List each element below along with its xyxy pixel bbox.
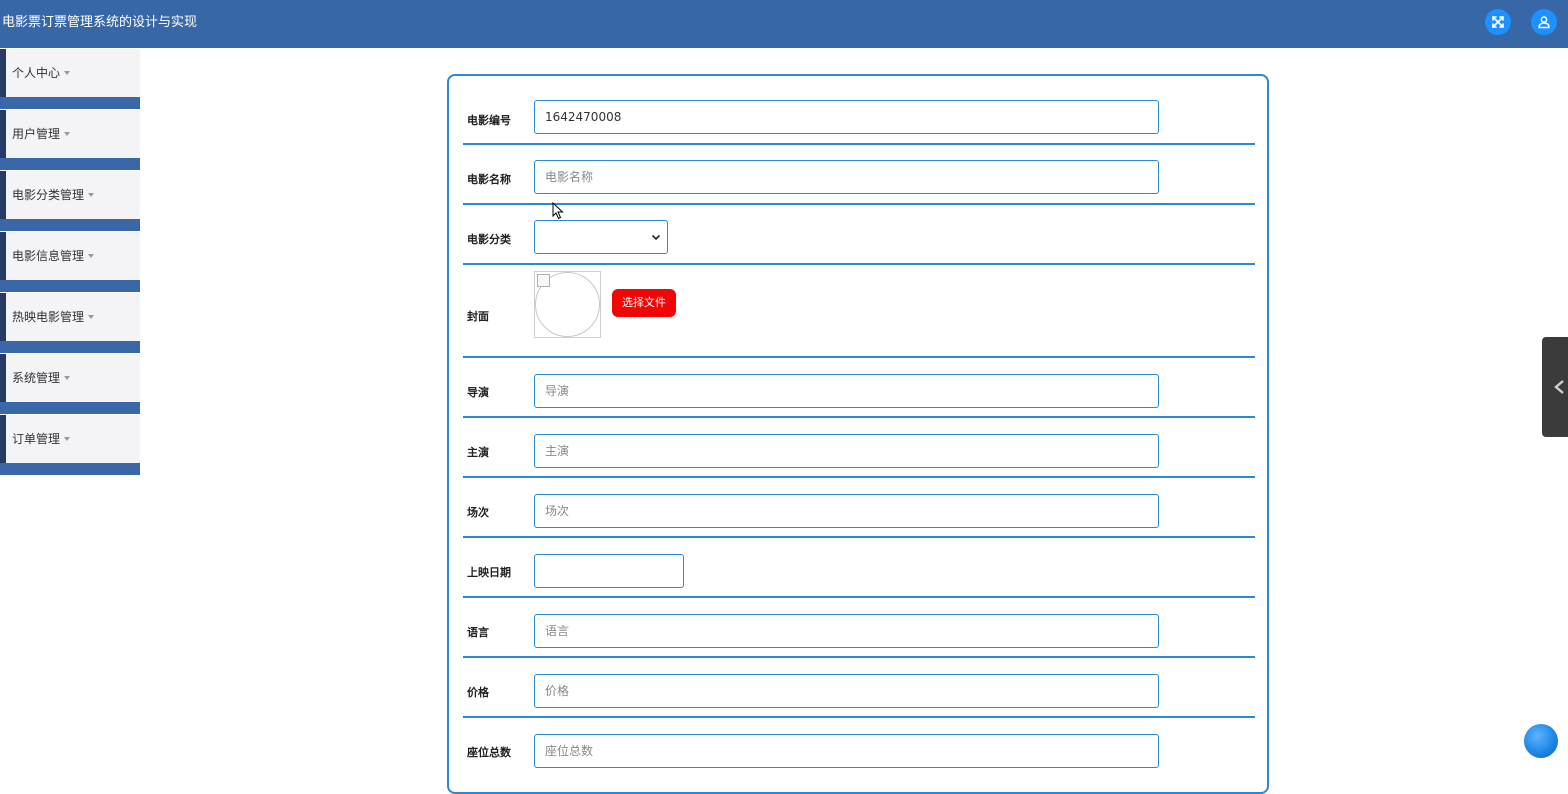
chevron-left-icon — [1554, 380, 1564, 394]
sidebar-item-label: 电影分类管理 — [12, 187, 95, 203]
sidebar-item-personal-center[interactable]: 个人中心 — [0, 49, 140, 97]
chevron-down-icon — [651, 234, 661, 241]
row-release-date: 上映日期 — [463, 538, 1255, 598]
sidebar-divider — [0, 402, 140, 414]
seats-label: 座位总数 — [467, 746, 511, 759]
user-icon[interactable] — [1531, 9, 1557, 35]
movie-no-input[interactable] — [534, 100, 1159, 134]
chat-assistant-icon[interactable] — [1524, 724, 1558, 758]
session-label: 场次 — [467, 506, 489, 519]
caret-down-icon — [64, 132, 71, 136]
sidebar-item-label: 订单管理 — [12, 431, 71, 447]
row-language: 语言 — [463, 598, 1255, 658]
sidebar-item-system-management[interactable]: 系统管理 — [0, 354, 140, 402]
director-input[interactable] — [534, 374, 1159, 408]
app-title: 电影票订票管理系统的设计与实现 — [2, 15, 198, 30]
sidebar-divider — [0, 463, 140, 475]
row-movie-name: 电影名称 — [463, 145, 1255, 205]
sidebar-item-order-management[interactable]: 订单管理 — [0, 415, 140, 463]
director-label: 导演 — [467, 386, 489, 399]
caret-down-icon — [64, 376, 71, 380]
top-bar: 电影票订票管理系统的设计与实现 — [0, 0, 1568, 48]
price-input[interactable] — [534, 674, 1159, 708]
row-seats: 座位总数 — [463, 718, 1255, 788]
release-date-input[interactable] — [534, 554, 684, 588]
movie-name-label: 电影名称 — [467, 173, 511, 186]
sidebar-item-movie-category-management[interactable]: 电影分类管理 — [0, 171, 140, 219]
caret-down-icon — [88, 315, 95, 319]
sidebar-divider — [0, 219, 140, 231]
cover-preview-image — [534, 271, 601, 338]
price-label: 价格 — [467, 686, 489, 699]
fullscreen-icon[interactable] — [1485, 9, 1511, 35]
broken-image-icon — [537, 274, 550, 287]
caret-down-icon — [88, 254, 95, 258]
row-cast: 主演 — [463, 418, 1255, 478]
sidebar-divider — [0, 158, 140, 170]
movie-category-label: 电影分类 — [467, 233, 511, 246]
row-session: 场次 — [463, 478, 1255, 538]
row-director: 导演 — [463, 358, 1255, 418]
seats-input[interactable] — [534, 734, 1159, 768]
sidebar: 个人中心 用户管理 电影分类管理 电影信息管理 热映电影管理 系统管理 订单管理 — [0, 48, 140, 475]
cast-label: 主演 — [467, 446, 489, 459]
sidebar-item-label: 系统管理 — [12, 370, 71, 386]
choose-file-button[interactable]: 选择文件 — [612, 289, 676, 317]
mouse-cursor-icon — [552, 202, 564, 220]
sidebar-item-label: 电影信息管理 — [12, 248, 95, 264]
cast-input[interactable] — [534, 434, 1159, 468]
sidebar-divider — [0, 280, 140, 292]
movie-category-select[interactable] — [534, 220, 668, 254]
sidebar-item-label: 用户管理 — [12, 126, 71, 142]
row-movie-category: 电影分类 — [463, 205, 1255, 265]
caret-down-icon — [64, 437, 71, 441]
movie-name-input[interactable] — [534, 160, 1159, 194]
sidebar-item-user-management[interactable]: 用户管理 — [0, 110, 140, 158]
movie-no-label: 电影编号 — [467, 114, 511, 127]
session-input[interactable] — [534, 494, 1159, 528]
sidebar-divider — [0, 97, 140, 109]
caret-down-icon — [64, 71, 71, 75]
sidebar-item-movie-info-management[interactable]: 电影信息管理 — [0, 232, 140, 280]
sidebar-item-label: 热映电影管理 — [12, 309, 95, 325]
cover-label: 封面 — [467, 310, 489, 323]
row-cover: 封面 选择文件 — [463, 265, 1255, 358]
language-label: 语言 — [467, 626, 489, 639]
caret-down-icon — [88, 193, 95, 197]
language-input[interactable] — [534, 614, 1159, 648]
row-price: 价格 — [463, 658, 1255, 718]
row-movie-no: 电影编号 — [463, 76, 1255, 145]
side-panel-toggle[interactable] — [1542, 337, 1568, 437]
sidebar-item-label: 个人中心 — [12, 65, 71, 81]
release-date-label: 上映日期 — [467, 566, 511, 579]
sidebar-item-hot-movie-management[interactable]: 热映电影管理 — [0, 293, 140, 341]
sidebar-divider — [0, 341, 140, 353]
movie-form-card: 电影编号 电影名称 电影分类 封面 选择文件 导演 主演 场次 — [447, 74, 1269, 794]
